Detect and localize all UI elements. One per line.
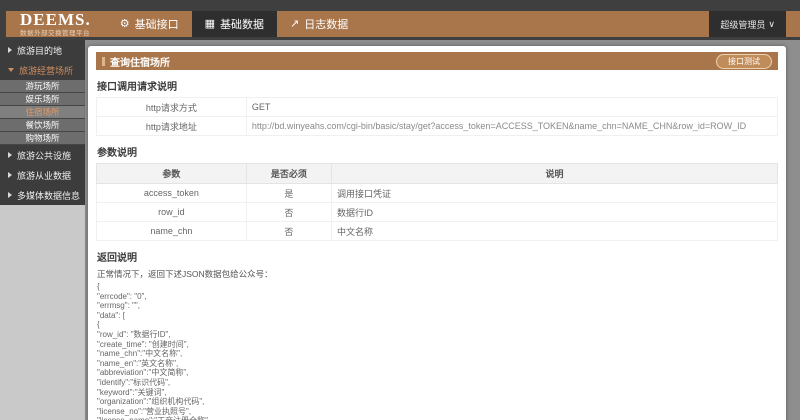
share-arrow-icon: ↗ <box>290 19 299 30</box>
gear-icon: ⚙ <box>120 19 130 30</box>
json-line: "abbreviation":"中文简称", <box>97 368 778 378</box>
param-desc-header: 说明 <box>331 164 777 184</box>
sidebar-subitem-play-places[interactable]: 游玩场所 <box>0 80 85 93</box>
request-url-value: http://bd.winyeahs.com/cgi-bin/basic/sta… <box>246 117 777 136</box>
json-line: "license_no":"营业执照号", <box>97 407 778 417</box>
caret-right-icon <box>8 47 12 53</box>
table-row: http请求地址 http://bd.winyeahs.com/cgi-bin/… <box>97 117 778 136</box>
params-section-title: 参数说明 <box>97 144 778 159</box>
logo-subtitle: 数据外部交换管理平台 <box>20 27 91 37</box>
json-line: "data": [ <box>97 311 778 321</box>
sidebar-item-employment-data[interactable]: 旅游从业数据 <box>0 165 85 185</box>
nav-strip: DEEMS. 数据外部交换管理平台 ⚙ 基础接口 ▦ 基础数据 ↗ 日志数据 超… <box>6 11 800 37</box>
param-required: 是 <box>246 184 331 203</box>
return-intro: 正常情况下，返回下述JSON数据包给公众号： <box>97 268 778 280</box>
param-required: 否 <box>246 203 331 222</box>
json-line: "organization":"组织机构代码", <box>97 397 778 407</box>
sidebar-item-label: 多媒体数据信息 <box>17 189 80 202</box>
chevron-down-icon: ∨ <box>768 19 775 30</box>
json-line: "errcode": "0", <box>97 292 778 302</box>
json-line: "errmsg": "", <box>97 301 778 311</box>
param-desc: 中文名称 <box>331 222 777 241</box>
sidebar-subitem-shopping-places[interactable]: 购物场所 <box>0 132 85 145</box>
user-name: 超级管理员 <box>720 18 765 31</box>
json-line: "license_name":"工商注册全称", <box>97 416 778 420</box>
table-header-row: 参数 是否必须 说明 <box>97 164 778 184</box>
request-table: http请求方式 GET http请求地址 http://bd.winyeahs… <box>96 97 778 136</box>
api-test-button[interactable]: 接口测试 <box>716 54 772 69</box>
sidebar-item-label: 旅游经营场所 <box>19 64 73 77</box>
caret-right-icon <box>8 172 12 178</box>
json-line: "identify":"标识代码", <box>97 378 778 388</box>
sidebar: 旅游目的地 旅游经营场所 游玩场所 娱乐场所 住宿场所 餐饮场所 购物场所 旅游… <box>0 40 85 420</box>
logo-text: DEEMS. <box>20 12 91 27</box>
json-line: "row_id": "数据行ID", <box>97 330 778 340</box>
sidebar-subitem-lodging-places[interactable]: 住宿场所 <box>0 106 85 119</box>
tab-label: 基础接口 <box>135 16 179 32</box>
json-line: "create_time": "创建时间", <box>97 340 778 350</box>
caret-right-icon <box>8 192 12 198</box>
table-row: name_chn 否 中文名称 <box>97 222 778 241</box>
sidebar-subitem-dining-places[interactable]: 餐饮场所 <box>0 119 85 132</box>
param-required-header: 是否必须 <box>246 164 331 184</box>
param-desc: 数据行ID <box>331 203 777 222</box>
caret-down-icon <box>8 68 14 72</box>
page-title: 查询住宿场所 <box>110 54 170 69</box>
content-card: 查询住宿场所 接口测试 接口调用请求说明 http请求方式 GET http请求… <box>88 46 786 420</box>
json-line: "name_chn":"中文名称", <box>97 349 778 359</box>
param-required: 否 <box>246 222 331 241</box>
tab-label: 基础数据 <box>220 16 264 32</box>
request-url-label: http请求地址 <box>97 117 247 136</box>
request-method-label: http请求方式 <box>97 98 247 117</box>
sidebar-item-public-facilities[interactable]: 旅游公共设施 <box>0 145 85 165</box>
param-name: access_token <box>97 184 247 203</box>
sidebar-filler <box>0 205 85 420</box>
tab-basic-interface[interactable]: ⚙ 基础接口 <box>107 11 192 37</box>
sidebar-item-business-places[interactable]: 旅游经营场所 <box>0 60 85 80</box>
tab-label: 日志数据 <box>304 16 348 32</box>
return-section-title: 返回说明 <box>97 249 778 264</box>
brand-logo: DEEMS. 数据外部交换管理平台 <box>6 12 101 37</box>
request-method-value: GET <box>246 98 777 117</box>
param-name-header: 参数 <box>97 164 247 184</box>
params-table: 参数 是否必须 说明 access_token 是 调用接口凭证 row_id … <box>96 163 778 241</box>
param-name: row_id <box>97 203 247 222</box>
json-line: "name_en":"英文名称", <box>97 359 778 369</box>
param-name: name_chn <box>97 222 247 241</box>
page-body: 旅游目的地 旅游经营场所 游玩场所 娱乐场所 住宿场所 餐饮场所 购物场所 旅游… <box>0 40 800 420</box>
sidebar-subitem-entertainment-places[interactable]: 娱乐场所 <box>0 93 85 106</box>
request-section-title: 接口调用请求说明 <box>97 78 778 93</box>
content-header: 查询住宿场所 接口测试 <box>96 52 778 70</box>
sidebar-item-label: 旅游从业数据 <box>17 169 71 182</box>
table-row: http请求方式 GET <box>97 98 778 117</box>
sidebar-item-label: 旅游目的地 <box>17 44 62 57</box>
title-accent-bar <box>102 57 105 66</box>
json-response-sample: { "errcode": "0", "errmsg": "", "data": … <box>97 282 778 420</box>
sidebar-item-label: 旅游公共设施 <box>17 149 71 162</box>
json-line: "keyword":"关键词", <box>97 388 778 398</box>
sidebar-menu: 旅游目的地 旅游经营场所 游玩场所 娱乐场所 住宿场所 餐饮场所 购物场所 旅游… <box>0 40 85 205</box>
caret-right-icon <box>8 152 12 158</box>
param-desc: 调用接口凭证 <box>331 184 777 203</box>
tab-basic-data[interactable]: ▦ 基础数据 <box>192 11 277 37</box>
top-bar: DEEMS. 数据外部交换管理平台 ⚙ 基础接口 ▦ 基础数据 ↗ 日志数据 超… <box>0 0 800 40</box>
main-area: 查询住宿场所 接口测试 接口调用请求说明 http请求方式 GET http请求… <box>85 40 800 420</box>
tab-log-data[interactable]: ↗ 日志数据 <box>277 11 361 37</box>
sidebar-item-destinations[interactable]: 旅游目的地 <box>0 40 85 60</box>
sidebar-item-multimedia-info[interactable]: 多媒体数据信息 <box>0 185 85 205</box>
user-menu[interactable]: 超级管理员 ∨ <box>709 11 786 37</box>
json-line: { <box>97 320 778 330</box>
main-nav-tabs: ⚙ 基础接口 ▦ 基础数据 ↗ 日志数据 <box>107 11 362 37</box>
table-row: row_id 否 数据行ID <box>97 203 778 222</box>
table-row: access_token 是 调用接口凭证 <box>97 184 778 203</box>
json-line: { <box>97 282 778 292</box>
grid-icon: ▦ <box>205 19 215 30</box>
